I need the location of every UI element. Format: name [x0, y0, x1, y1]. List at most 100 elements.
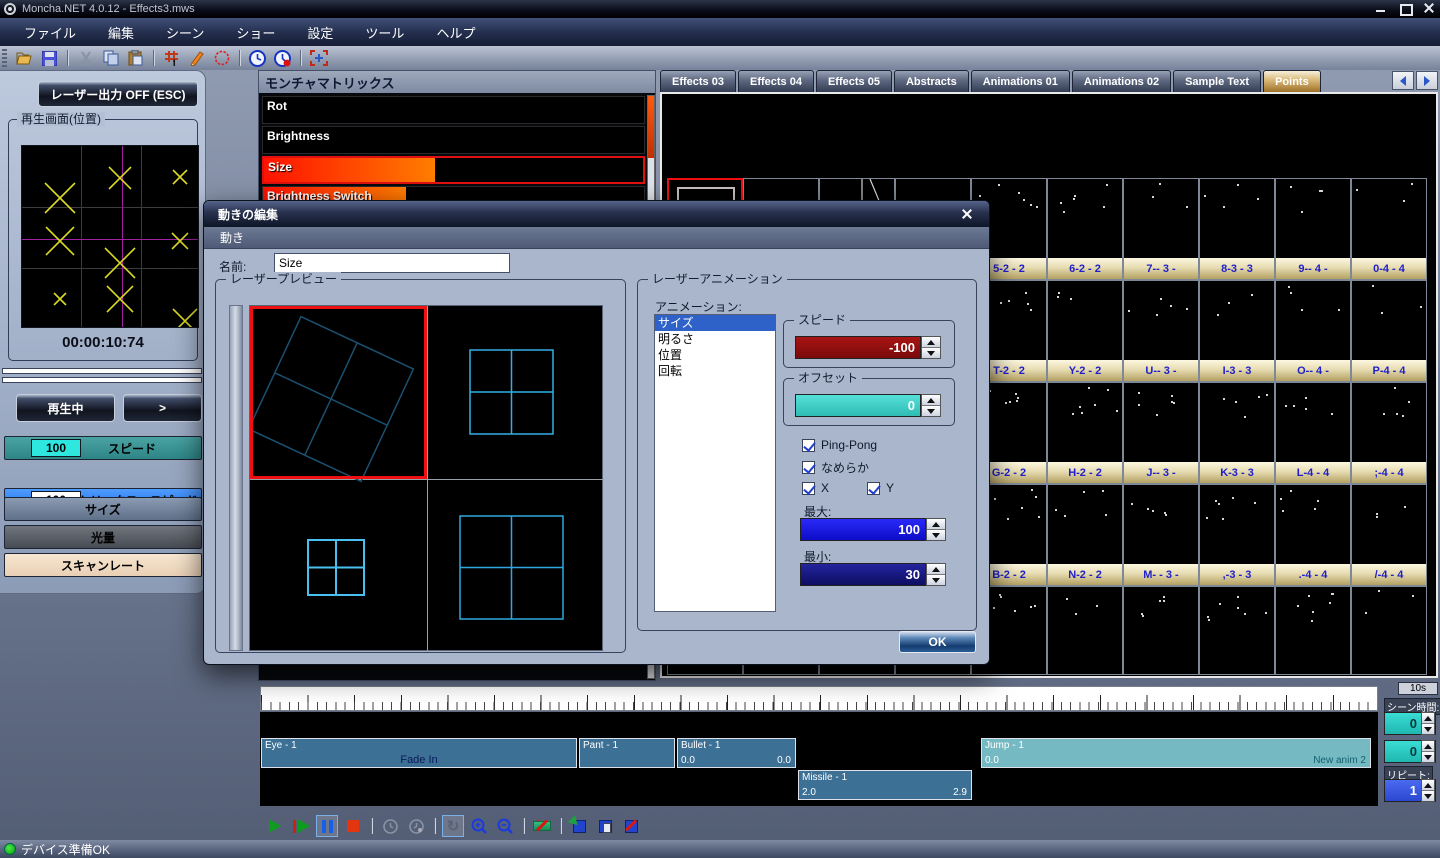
tab-animations-02[interactable]: Animations 02	[1072, 70, 1171, 92]
matrix-row-size[interactable]: Size	[262, 156, 645, 184]
points-grid-cell[interactable]: M- - 3 -	[1123, 484, 1199, 586]
timer-icon[interactable]	[247, 48, 268, 68]
maximize-button[interactable]	[1398, 2, 1412, 15]
zoom-in-icon[interactable]	[468, 815, 490, 837]
points-grid-cell[interactable]: .-4 - 4	[1275, 484, 1351, 586]
timeline-block-jump-1[interactable]: Jump - 10.0New anim 2	[981, 738, 1371, 768]
timer-1-icon[interactable]	[379, 815, 401, 837]
tab-effects-04[interactable]: Effects 04	[738, 70, 814, 92]
ok-button[interactable]: OK	[899, 631, 976, 653]
tab-sample-text[interactable]: Sample Text	[1173, 70, 1261, 92]
close-button[interactable]	[1422, 2, 1436, 15]
minimize-button[interactable]	[1374, 2, 1388, 15]
tab-effects-05[interactable]: Effects 05	[816, 70, 892, 92]
tab-points[interactable]: Points	[1263, 70, 1321, 92]
spin-down[interactable]	[1422, 724, 1434, 734]
size-mode-button[interactable]: サイズ	[4, 497, 202, 521]
speed-spinner[interactable]	[921, 336, 941, 359]
points-grid-cell[interactable]: 6-2 - 2	[1047, 178, 1123, 280]
repeat-spinner[interactable]: 1	[1384, 779, 1436, 802]
menu-item-0[interactable]: ファイル	[8, 19, 92, 46]
open-file-icon[interactable]	[14, 48, 35, 68]
points-grid-cell[interactable]: J-- 3 -	[1123, 382, 1199, 484]
timeline-block-eye-1[interactable]: Eye - 1Fade In	[261, 738, 577, 768]
spin-down[interactable]	[1422, 791, 1434, 801]
points-grid-cell[interactable]: K-3 - 3	[1199, 382, 1275, 484]
menu-item-1[interactable]: 編集	[92, 19, 150, 46]
points-grid-cell[interactable]: ,-3 - 3	[1199, 484, 1275, 586]
menu-item-5[interactable]: ツール	[349, 19, 420, 46]
points-grid-cell[interactable]: H-2 - 2	[1047, 382, 1123, 484]
matrix-row-brightness[interactable]: Brightness	[262, 126, 645, 154]
points-grid-cell[interactable]: P-4 - 4	[1351, 280, 1427, 382]
points-grid-cell[interactable]: 9-- 4 -	[1275, 178, 1351, 280]
points-grid-cell[interactable]: 7-- 3 -	[1123, 178, 1199, 280]
points-grid-cell[interactable]	[1047, 586, 1123, 675]
points-grid-cell[interactable]: ;-4 - 4	[1351, 382, 1427, 484]
scene-time-spinner-2[interactable]: 0	[1384, 740, 1436, 763]
animation-list-item[interactable]: 回転	[655, 363, 775, 379]
paste-scene-icon[interactable]	[594, 815, 616, 837]
points-grid-cell[interactable]: U-- 3 -	[1123, 280, 1199, 382]
menu-item-6[interactable]: ヘルプ	[420, 19, 491, 46]
max-value-bar[interactable]: 100	[800, 518, 926, 541]
y-axis-checkbox[interactable]: Y	[867, 481, 894, 495]
scene-time-spinner-1[interactable]: 0	[1384, 712, 1436, 735]
timeline-ruler[interactable]	[260, 686, 1378, 711]
matrix-scrollbar-thumb[interactable]	[648, 96, 654, 158]
points-grid-cell[interactable]: 8-3 - 3	[1199, 178, 1275, 280]
animation-listbox[interactable]: サイズ明るさ位置回転	[654, 314, 776, 612]
zoom-out-icon[interactable]	[494, 815, 516, 837]
brightness-mode-button[interactable]: 光量	[4, 525, 202, 549]
points-grid-cell[interactable]: 0-4 - 4	[1351, 178, 1427, 280]
save-file-icon[interactable]	[39, 48, 60, 68]
speed-value[interactable]: 100	[31, 439, 81, 457]
toolbar-grip[interactable]	[2, 49, 7, 67]
keyboard-clear-icon[interactable]	[531, 815, 553, 837]
loop-icon[interactable]: ↻	[442, 815, 464, 837]
quadrant-top-right[interactable]	[427, 306, 604, 479]
cut-icon[interactable]	[75, 48, 96, 68]
motion-name-input[interactable]	[274, 253, 510, 273]
min-value-bar[interactable]: 30	[800, 563, 926, 586]
timer-2-icon[interactable]	[405, 815, 427, 837]
spin-up[interactable]	[1422, 741, 1434, 752]
quadrant-bottom-right[interactable]	[427, 479, 604, 652]
spin-up[interactable]	[1422, 713, 1434, 724]
dialog-close-icon[interactable]	[959, 207, 975, 221]
delete-scene-icon[interactable]	[620, 815, 642, 837]
scanrate-mode-button[interactable]: スキャンレート	[4, 553, 202, 577]
paste-icon[interactable]	[125, 48, 146, 68]
dialog-menu-motion[interactable]: 動き	[204, 229, 254, 246]
smooth-checkbox[interactable]: なめらか	[802, 459, 869, 476]
play-icon[interactable]	[264, 815, 286, 837]
dialog-title-bar[interactable]: 動きの編集	[204, 201, 989, 227]
tab-animations-01[interactable]: Animations 01	[971, 70, 1070, 92]
timeline-block-missile-1[interactable]: Missile - 12.02.9	[798, 770, 972, 800]
points-grid-cell[interactable]: N-2 - 2	[1047, 484, 1123, 586]
playing-button[interactable]: 再生中	[16, 394, 115, 422]
animation-list-item[interactable]: 位置	[655, 347, 775, 363]
text-grid-tool-icon[interactable]: I	[161, 48, 182, 68]
menu-item-4[interactable]: 設定	[291, 19, 349, 46]
pingpong-checkbox[interactable]: Ping-Pong	[802, 438, 877, 452]
points-grid-cell[interactable]: L-4 - 4	[1275, 382, 1351, 484]
speed-value-bar[interactable]: -100	[795, 336, 921, 359]
pause-icon[interactable]	[316, 815, 338, 837]
speed-meter[interactable]: 100 スピード	[4, 436, 202, 460]
stop-icon[interactable]	[342, 815, 364, 837]
timeline-block-bullet-1[interactable]: Bullet - 10.00.0	[677, 738, 796, 768]
x-axis-checkbox[interactable]: X	[802, 481, 829, 495]
tab-scroll-right-button[interactable]	[1416, 71, 1438, 90]
points-grid-cell[interactable]	[1275, 586, 1351, 675]
copy-icon[interactable]	[100, 48, 121, 68]
animation-list-item[interactable]: サイズ	[655, 315, 775, 331]
max-spinner[interactable]	[926, 518, 946, 541]
play-from-cursor-icon[interactable]	[290, 815, 312, 837]
tab-abstracts[interactable]: Abstracts	[894, 70, 969, 92]
pencil-tool-icon[interactable]	[186, 48, 207, 68]
min-spinner[interactable]	[926, 563, 946, 586]
tab-effects-03[interactable]: Effects 03	[660, 70, 736, 92]
laser-output-button[interactable]: レーザー出力 OFF (ESC)	[38, 81, 198, 107]
next-button[interactable]: >	[123, 394, 202, 422]
